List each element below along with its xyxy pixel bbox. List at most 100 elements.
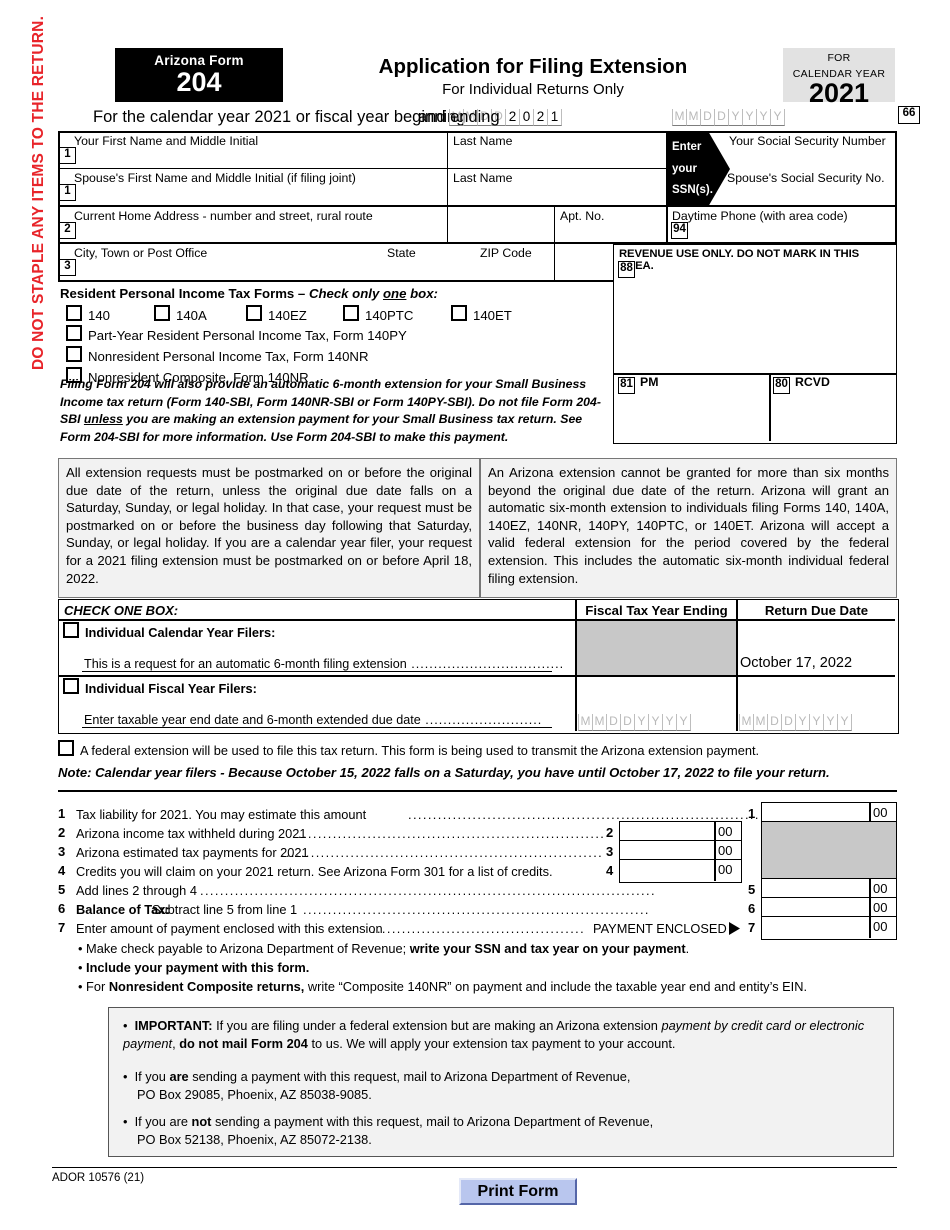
date-cell[interactable]: M — [592, 714, 606, 731]
fiscal-filers-label: Individual Fiscal Year Filers: — [85, 681, 257, 696]
date-cell[interactable]: D — [767, 714, 781, 731]
date-cell[interactable]: Y — [809, 714, 823, 731]
date-cell[interactable]: Y — [728, 109, 742, 126]
line-6-leader: ........................................… — [303, 902, 650, 917]
date-cell[interactable]: D — [700, 109, 714, 126]
line-1-number-right: 1 — [748, 806, 756, 821]
date-cell[interactable]: D — [781, 714, 795, 731]
payment-enclosed-arrow-icon — [729, 922, 741, 940]
fiscal-end-date-input[interactable]: MMDDYYYY — [672, 109, 785, 126]
label-140ez: 140EZ — [268, 308, 307, 323]
line-7-text: Enter amount of payment enclosed with th… — [76, 921, 383, 936]
line-4-cents: 00 — [718, 862, 733, 877]
grid-line-lastname — [447, 131, 449, 242]
do-not-staple-warning-text: DO NOT STAPLE ANY ITEMS TO THE RETURN. — [30, 15, 47, 370]
date-cell[interactable]: Y — [795, 714, 809, 731]
line-4-number: 4 — [58, 863, 66, 878]
note-line: Note: Calendar year filers - Because Oct… — [58, 765, 830, 780]
checkbox-140[interactable] — [66, 305, 82, 321]
checkbox-fiscal-year-filers[interactable] — [63, 678, 79, 694]
line-6-number: 6 — [58, 901, 66, 916]
date-cell[interactable]: 0 — [519, 109, 533, 126]
checkbox-140py[interactable] — [66, 325, 82, 341]
date-cell[interactable]: D — [714, 109, 728, 126]
date-cell[interactable]: 1 — [547, 109, 562, 126]
date-cell[interactable]: M — [753, 714, 767, 731]
date-cell[interactable]: Y — [634, 714, 648, 731]
line-1-cents: 00 — [873, 805, 888, 820]
line-1-number: 1 — [58, 806, 66, 821]
date-cell[interactable]: Y — [742, 109, 756, 126]
important-info-box: • IMPORTANT: If you are filing under a f… — [108, 1007, 894, 1157]
line-3-text: Arizona estimated tax payments for 2021 — [76, 845, 309, 860]
header-row-divider — [59, 619, 895, 621]
checkbox-calendar-year-filers[interactable] — [63, 622, 79, 638]
date-cell[interactable]: 2 — [505, 109, 519, 126]
checkbox-option-140ez[interactable]: 140EZ — [240, 305, 307, 323]
date-cell[interactable]: Y — [837, 714, 852, 731]
line-3-number: 3 — [58, 844, 66, 859]
date-cell[interactable]: Y — [770, 109, 785, 126]
date-cell[interactable]: Y — [648, 714, 662, 731]
check-one-box-table: CHECK ONE BOX: Fiscal Tax Year Ending Re… — [58, 599, 899, 734]
calendar-filers-row[interactable]: Individual Calendar Year Filers: — [63, 622, 275, 640]
date-cell[interactable]: 2 — [533, 109, 547, 126]
checkbox-140ptc[interactable] — [343, 305, 359, 321]
date-cell[interactable]: D — [606, 714, 620, 731]
checkbox-option-140nr[interactable]: Nonresident Personal Income Tax, Form 14… — [60, 346, 613, 364]
label-140py: Part-Year Resident Personal Income Tax, … — [88, 328, 407, 343]
date-cell[interactable]: Y — [662, 714, 676, 731]
line-5-number: 5 — [58, 882, 66, 897]
payment-bullet-2-bold: Include your payment with this form. — [86, 960, 310, 975]
arrow-text-line1: Enter — [672, 141, 702, 153]
print-form-button[interactable]: Print Form — [459, 1178, 577, 1205]
mail-payment-bold: are — [169, 1069, 189, 1084]
important-bullet-3: • If you are not sending a payment with … — [123, 1113, 863, 1148]
checkbox-140ez[interactable] — [246, 305, 262, 321]
date-cell[interactable]: M — [672, 109, 686, 126]
federal-extension-label: A federal extension will be used to file… — [80, 743, 760, 758]
federal-extension-row[interactable]: A federal extension will be used to file… — [58, 740, 759, 758]
grid-line-city-bottom — [58, 280, 613, 283]
form-subtitle: For Individual Returns Only — [442, 81, 624, 98]
label-140et: 140ET — [473, 308, 512, 323]
checkbox-option-140a[interactable]: 140A — [148, 305, 207, 323]
date-cell[interactable]: M — [686, 109, 700, 126]
label-140: 140 — [88, 308, 111, 323]
date-cell[interactable]: Y — [676, 714, 691, 731]
fiscal-cell-disabled-row1 — [575, 619, 736, 675]
checkbox-option-140py[interactable]: Part-Year Resident Personal Income Tax, … — [60, 325, 613, 343]
city-label: City, Town or Post Office — [74, 246, 208, 260]
date-cell[interactable]: M — [578, 714, 592, 731]
label-140a: 140A — [176, 308, 207, 323]
date-cell[interactable]: Y — [823, 714, 837, 731]
date-cell[interactable]: M — [739, 714, 753, 731]
instructions-right: An Arizona extension cannot be granted f… — [480, 458, 897, 598]
date-cell[interactable]: Y — [756, 109, 770, 126]
apt-label: Apt. No. — [560, 209, 605, 223]
line-7-number-right: 7 — [748, 920, 756, 935]
spouse-last-name-label: Last Name — [453, 171, 513, 185]
line-2-text: Arizona income tax withheld during 2021 — [76, 826, 307, 841]
label-140nr: Nonresident Personal Income Tax, Form 14… — [88, 349, 369, 364]
fiscal-due-date-input[interactable]: MMDDYYYY — [739, 714, 852, 731]
row-divider-left — [59, 675, 575, 677]
checkbox-option-140[interactable]: 140 — [60, 305, 110, 323]
form-header: Arizona Form 204 Application for Filing … — [60, 48, 895, 107]
important-bold-label: IMPORTANT: — [134, 1018, 213, 1033]
ador-code: ADOR 10576 (21) — [52, 1172, 145, 1184]
box-80: 80 — [773, 377, 790, 394]
revenue-divider-vertical — [769, 373, 771, 441]
last-name-label: Last Name — [453, 134, 513, 148]
fiscal-year-end-input[interactable]: MMDDYYYY — [578, 714, 691, 731]
line-7-trailing: PAYMENT ENCLOSED — [593, 921, 727, 936]
checkbox-140a[interactable] — [154, 305, 170, 321]
fiscal-filers-row[interactable]: Individual Fiscal Year Filers: — [63, 678, 257, 696]
checkbox-140et[interactable] — [451, 305, 467, 321]
checkbox-federal-extension[interactable] — [58, 740, 74, 756]
phone-label: Daytime Phone (with area code) — [672, 209, 848, 223]
checkbox-option-140ptc[interactable]: 140PTC — [337, 305, 413, 323]
date-cell[interactable]: D — [620, 714, 634, 731]
checkbox-140nr[interactable] — [66, 346, 82, 362]
checkbox-option-140et[interactable]: 140ET — [445, 305, 512, 323]
